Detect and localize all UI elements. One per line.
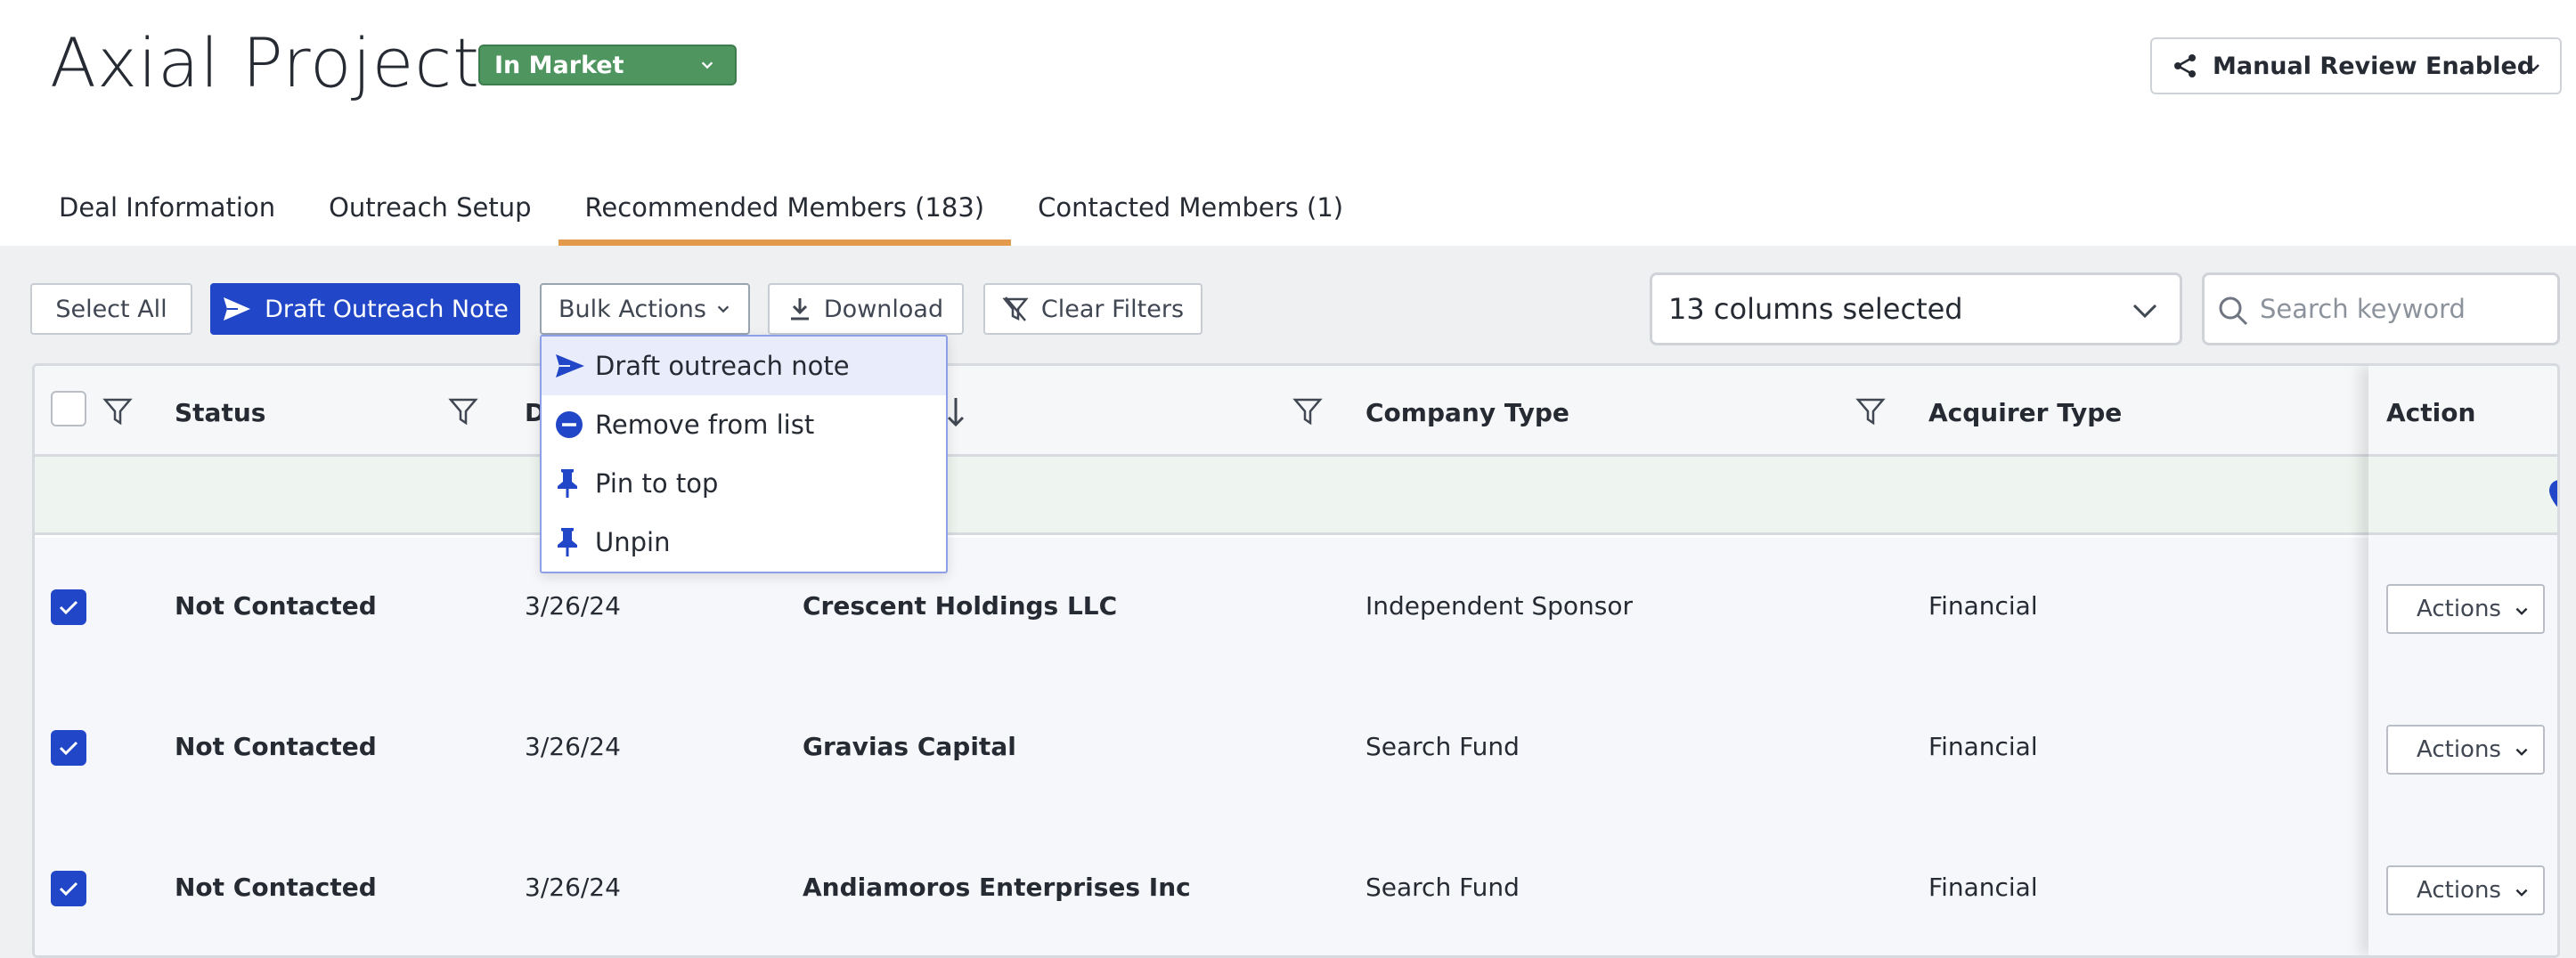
row-actions-label: Actions [2417, 736, 2501, 763]
bulk-actions-label: Bulk Actions [558, 295, 706, 323]
row-checkbox[interactable] [51, 730, 86, 766]
row-company-type: Independent Sponsor [1365, 591, 1634, 621]
checkmark-icon [59, 600, 78, 615]
chevron-down-icon [2132, 304, 2157, 319]
row-company-type: Search Fund [1365, 732, 1520, 761]
draft-outreach-label: Draft Outreach Note [265, 295, 509, 323]
row-actions-button[interactable]: Actions [2386, 584, 2545, 634]
checkmark-icon [59, 741, 78, 756]
tab-recommended-members[interactable]: Recommended Members (183) [558, 178, 1012, 246]
row-company-type: Search Fund [1365, 873, 1520, 902]
bulk-actions-button[interactable]: Bulk Actions [540, 283, 750, 335]
columns-selected-label: 13 columns selected [1668, 292, 1963, 326]
filter-icon[interactable] [1855, 396, 1886, 426]
menu-item-label: Unpin [595, 527, 671, 557]
download-icon [790, 298, 809, 321]
columns-select[interactable]: 13 columns selected [1650, 272, 2182, 345]
select-all-checkbox[interactable] [51, 391, 86, 426]
bulk-actions-menu: Draft outreach note Remove from list Pin… [540, 335, 948, 573]
pin-icon [558, 528, 577, 556]
chevron-down-icon [2515, 748, 2528, 756]
row-checkbox[interactable] [51, 871, 86, 906]
column-header-action: Action [2386, 398, 2476, 427]
row-status: Not Contacted [175, 873, 377, 902]
column-header-company-type[interactable]: Company Type [1365, 398, 1569, 427]
chevron-down-icon [2515, 889, 2528, 897]
draft-outreach-button[interactable]: Draft Outreach Note [210, 283, 520, 335]
filter-icon[interactable] [1292, 396, 1323, 426]
clear-filters-button[interactable]: Clear Filters [983, 283, 1202, 335]
row-date: 3/26/24 [525, 873, 621, 902]
menu-item-label: Pin to top [595, 468, 719, 499]
row-date: 3/26/24 [525, 732, 621, 761]
row-checkbox[interactable] [51, 589, 86, 625]
chevron-down-icon [717, 305, 730, 313]
row-company-name[interactable]: Crescent Holdings LLC [803, 591, 1117, 621]
members-table: Status D Company Type Acquirer Type Not … [32, 363, 2560, 958]
row-status: Not Contacted [175, 591, 377, 621]
row-date: 3/26/24 [525, 591, 621, 621]
location-pin-icon[interactable] [2547, 478, 2560, 514]
search-icon [2219, 296, 2248, 326]
select-all-button[interactable]: Select All [30, 283, 192, 335]
remove-icon [556, 411, 583, 438]
table-row[interactable]: Not Contacted 3/26/24 Crescent Holdings … [35, 538, 2557, 678]
menu-item-label: Draft outreach note [595, 351, 850, 381]
clear-filters-label: Clear Filters [1040, 295, 1185, 323]
table-header: Status D Company Type Acquirer Type [35, 366, 2557, 457]
tab-bar: Deal Information Outreach Setup Recommen… [32, 178, 1370, 246]
search-field[interactable]: Search keyword [2202, 272, 2560, 345]
pinned-row [35, 457, 2557, 535]
row-actions-label: Actions [2417, 877, 2501, 904]
download-button[interactable]: Download [768, 283, 964, 335]
column-header-status[interactable]: Status [175, 398, 265, 427]
menu-item-remove-from-list[interactable]: Remove from list [542, 395, 946, 454]
download-label: Download [823, 295, 944, 323]
row-actions-button[interactable]: Actions [2386, 865, 2545, 915]
send-icon [556, 354, 584, 378]
manual-review-label: Manual Review Enabled [2213, 52, 2535, 80]
row-actions-label: Actions [2417, 596, 2501, 622]
filter-icon[interactable] [448, 396, 478, 426]
column-header-acquirer-type[interactable]: Acquirer Type [1928, 398, 2122, 427]
share-icon [2174, 54, 2196, 77]
chevron-down-icon [701, 61, 713, 69]
row-acquirer-type: Financial [1928, 591, 2038, 621]
tab-deal-information[interactable]: Deal Information [32, 178, 302, 246]
send-icon [224, 297, 251, 321]
page-title: Axial Project [50, 23, 480, 102]
status-dropdown[interactable]: In Market [478, 45, 737, 85]
row-status: Not Contacted [175, 732, 377, 761]
row-actions-button[interactable]: Actions [2386, 725, 2545, 775]
status-label: In Market [494, 51, 624, 79]
chevron-down-icon [2527, 64, 2539, 72]
page-header: Axial Project In Market Manual Review En… [0, 0, 2576, 246]
table-row[interactable]: Not Contacted 3/26/24 Andiamoros Enterpr… [35, 819, 2557, 955]
chevron-down-icon [2515, 607, 2528, 615]
row-company-name[interactable]: Andiamoros Enterprises Inc [803, 873, 1191, 902]
menu-item-label: Remove from list [595, 410, 815, 440]
row-acquirer-type: Financial [1928, 732, 2038, 761]
clear-filter-icon [1002, 296, 1029, 321]
menu-item-pin-to-top[interactable]: Pin to top [542, 454, 946, 513]
pin-icon [558, 469, 577, 498]
row-company-name[interactable]: Gravias Capital [803, 732, 1016, 761]
menu-item-draft-outreach[interactable]: Draft outreach note [542, 337, 946, 395]
action-header-cell: Action [2368, 366, 2557, 457]
search-placeholder: Search keyword [2260, 294, 2466, 324]
filter-icon[interactable] [102, 396, 133, 426]
table-row[interactable]: Not Contacted 3/26/24 Gravias Capital Se… [35, 678, 2557, 819]
sort-arrow-icon[interactable] [945, 396, 966, 428]
row-acquirer-type: Financial [1928, 873, 2038, 902]
manual-review-dropdown[interactable]: Manual Review Enabled [2150, 37, 2562, 94]
pinned-row-action-cell [2368, 457, 2560, 535]
tab-outreach-setup[interactable]: Outreach Setup [302, 178, 558, 246]
tab-contacted-members[interactable]: Contacted Members (1) [1011, 178, 1370, 246]
action-column: Action Actions Actions Actions [2368, 366, 2560, 955]
menu-item-unpin[interactable]: Unpin [542, 513, 946, 572]
checkmark-icon [59, 881, 78, 897]
